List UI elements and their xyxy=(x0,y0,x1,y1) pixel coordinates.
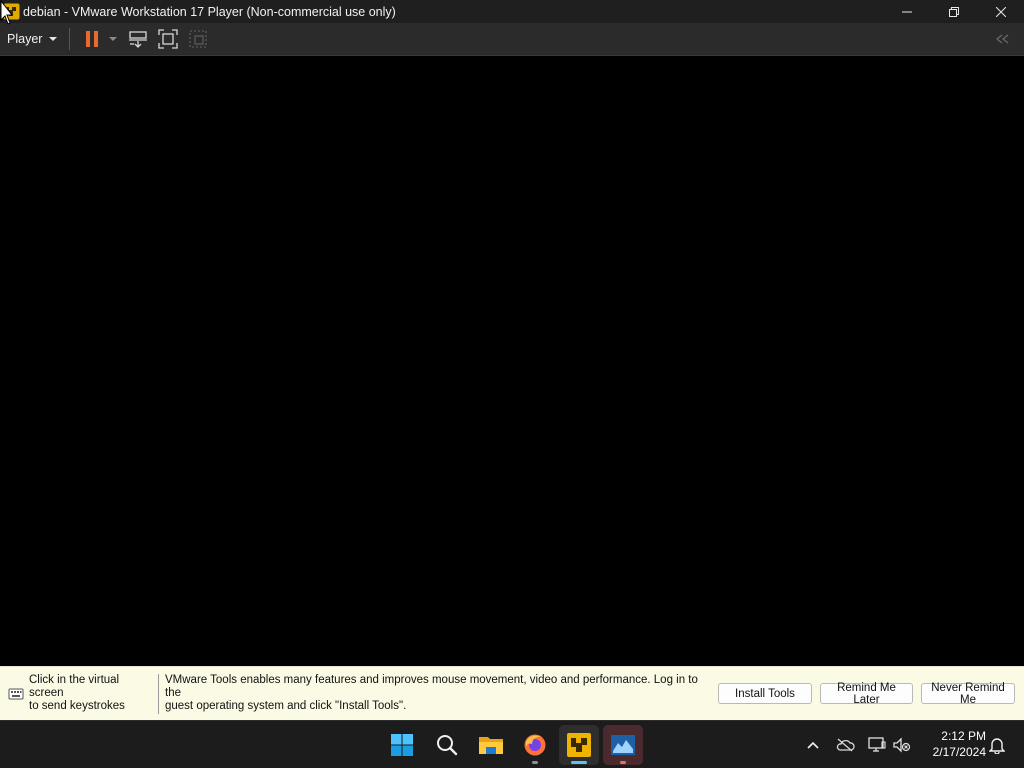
full-screen-button[interactable] xyxy=(154,25,182,53)
chevron-down-icon xyxy=(49,37,58,41)
pause-icon xyxy=(86,31,99,47)
running-indicator xyxy=(620,761,626,764)
windows-taskbar: 2:12 PM 2/17/2024 xyxy=(0,720,1024,768)
window-title-bar[interactable]: debian - VMware Workstation 17 Player (N… xyxy=(0,0,1024,23)
notification-bell-icon xyxy=(989,738,1005,754)
install-tools-button[interactable]: Install Tools xyxy=(718,683,812,704)
restore-icon xyxy=(948,6,959,17)
onedrive-tray-button[interactable] xyxy=(833,733,857,757)
message-line-2: guest operating system and click "Instal… xyxy=(165,700,407,712)
chevron-up-icon xyxy=(807,741,819,749)
start-button[interactable] xyxy=(382,725,422,765)
keyboard-icon xyxy=(8,688,24,699)
vmware-player-icon xyxy=(567,733,591,757)
active-indicator xyxy=(571,761,587,764)
virtual-machine-screen[interactable] xyxy=(0,56,1024,666)
player-menu-button[interactable]: Player xyxy=(3,26,61,52)
vmware-player-button[interactable] xyxy=(559,725,599,765)
clock-time: 2:12 PM xyxy=(941,729,986,743)
close-button[interactable] xyxy=(977,0,1024,23)
remind-me-later-button[interactable]: Remind Me Later xyxy=(820,682,913,706)
system-monitor-button[interactable] xyxy=(603,725,643,765)
restore-button[interactable] xyxy=(930,0,977,23)
onedrive-offline-icon xyxy=(836,738,855,752)
send-ctrl-alt-del-icon xyxy=(129,31,148,48)
close-icon xyxy=(995,6,1006,17)
library-collapse-icon xyxy=(996,34,1009,44)
player-menu-label: Player xyxy=(7,32,43,46)
running-indicator xyxy=(532,761,538,764)
search-icon xyxy=(437,735,458,756)
start-windows-icon xyxy=(391,734,413,756)
file-explorer-icon xyxy=(479,737,503,754)
hint-line-2: to send keystrokes xyxy=(29,700,125,712)
network-icon xyxy=(868,737,886,752)
power-options-dropdown[interactable] xyxy=(106,25,120,53)
system-monitor-icon xyxy=(611,735,635,755)
vmware-toolbar: Player xyxy=(0,23,1024,56)
firefox-button[interactable] xyxy=(515,725,555,765)
notification-center-button[interactable] xyxy=(985,733,1009,757)
full-screen-icon xyxy=(158,29,179,49)
toolbar-divider xyxy=(69,28,71,50)
hint-line-1: Click in the virtual screen xyxy=(29,674,120,699)
vmware-tools-notification-bar: Click in the virtual screen to send keys… xyxy=(0,666,1024,720)
message-line-1: VMware Tools enables many features and i… xyxy=(165,674,698,699)
keystroke-hint: Click in the virtual screen to send keys… xyxy=(29,674,153,713)
volume-tray-button[interactable] xyxy=(890,733,914,757)
window-title: debian - VMware Workstation 17 Player (N… xyxy=(23,4,396,19)
search-button[interactable] xyxy=(427,725,467,765)
minimize-button[interactable] xyxy=(883,0,930,23)
unity-button[interactable] xyxy=(184,25,212,53)
mouse-cursor-icon xyxy=(0,0,12,25)
network-tray-button[interactable] xyxy=(865,733,889,757)
system-clock[interactable]: 2:12 PM 2/17/2024 xyxy=(918,728,986,760)
minimize-icon xyxy=(901,11,912,12)
notification-divider xyxy=(158,673,159,714)
unity-icon xyxy=(189,30,208,48)
never-remind-me-button[interactable]: Never Remind Me xyxy=(921,682,1015,706)
clock-date: 2/17/2024 xyxy=(932,745,986,759)
vmware-tools-message: VMware Tools enables many features and i… xyxy=(165,674,705,713)
show-hidden-icons-button[interactable] xyxy=(801,733,825,757)
send-ctrl-alt-del-button[interactable] xyxy=(124,25,152,53)
pause-button[interactable] xyxy=(78,25,106,53)
firefox-icon xyxy=(524,734,546,756)
file-explorer-button[interactable] xyxy=(471,725,511,765)
library-collapse-button[interactable] xyxy=(988,25,1016,53)
volume-muted-icon xyxy=(893,737,911,753)
chevron-down-icon xyxy=(109,37,118,41)
